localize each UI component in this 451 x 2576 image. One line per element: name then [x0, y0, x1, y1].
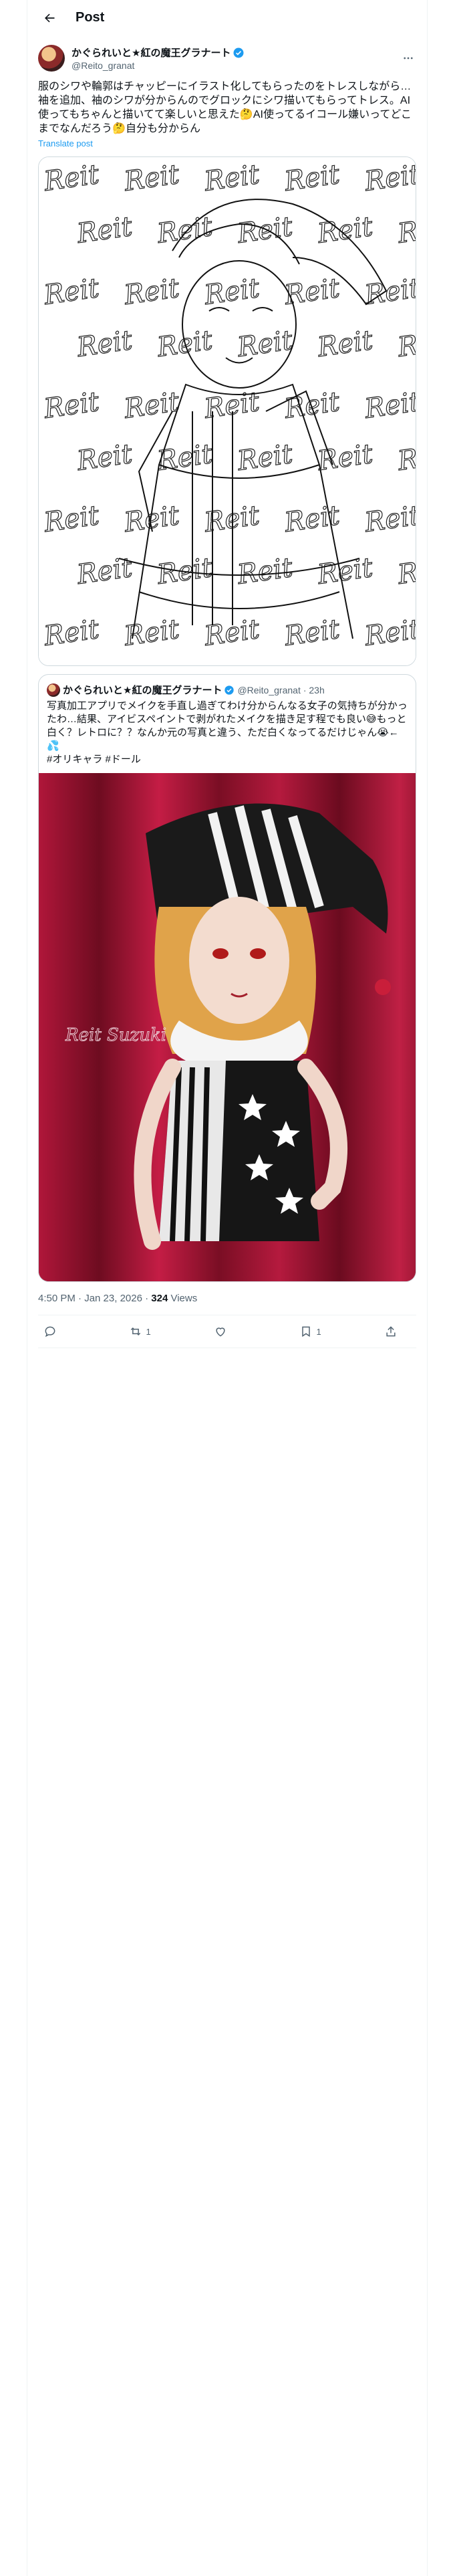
quoted-handle: @Reito_granat	[237, 684, 301, 695]
translate-link[interactable]: Translate post	[38, 138, 416, 148]
bookmark-button[interactable]: 1	[299, 1325, 326, 1338]
quoted-text: 写真加工アプリでメイクを手直し過ぎてわけ分からんなる女子の気持ちが分かったわ…結…	[47, 700, 408, 765]
avatar[interactable]	[38, 45, 65, 72]
repost-button[interactable]: 1	[129, 1325, 156, 1338]
views-count: 324	[151, 1293, 168, 1304]
reply-button[interactable]	[43, 1325, 70, 1338]
post: かぐられいと★紅の魔王グラナート @Reito_granat 服のシワや輪郭はチ…	[27, 35, 427, 1348]
meta-separator: ·	[145, 1293, 149, 1304]
more-dots-icon	[404, 57, 413, 60]
handle[interactable]: @Reito_granat	[71, 60, 400, 71]
bookmark-count: 1	[316, 1326, 321, 1337]
share-icon	[386, 1326, 396, 1337]
repost-count: 1	[146, 1326, 151, 1337]
back-button[interactable]	[38, 7, 61, 29]
quoted-post-header: かぐられいと★紅の魔王グラナート @Reito_granat · 23h	[39, 675, 416, 697]
display-name[interactable]: かぐられいと★紅の魔王グラナート	[71, 45, 400, 60]
more-options-button[interactable]	[400, 50, 416, 66]
like-button[interactable]	[214, 1325, 241, 1338]
reply-icon	[45, 1326, 55, 1337]
quoted-avatar	[47, 683, 60, 697]
views-label: Views	[170, 1293, 198, 1304]
sketch-illustration: Reit Reit Reit Reit ReitReit Reit Reit Reit Reit…	[39, 157, 416, 665]
post-timestamp[interactable]: 4:50 PM · Jan 23, 2026	[38, 1293, 142, 1304]
share-button[interactable]	[384, 1325, 411, 1338]
verified-badge-icon	[224, 685, 235, 695]
quoted-time: · 23h	[303, 684, 325, 695]
top-bar: Post	[27, 0, 427, 35]
quoted-image[interactable]: Reit Suzuki	[39, 773, 416, 1281]
heart-icon	[216, 1327, 225, 1337]
repost-icon	[130, 1327, 140, 1336]
doll-photo: Reit Suzuki	[39, 773, 416, 1281]
bookmark-icon	[301, 1326, 310, 1337]
verified-badge-icon	[233, 47, 244, 58]
author-block: かぐられいと★紅の魔王グラナート @Reito_granat	[71, 45, 400, 71]
action-bar: 1 1	[38, 1315, 416, 1348]
page-title: Post	[76, 10, 105, 25]
post-header: かぐられいと★紅の魔王グラナート @Reito_granat	[38, 43, 416, 73]
post-image[interactable]: Reit Reit Reit Reit Reit Reit Reit Reit Reit Reit…	[38, 156, 416, 666]
quoted-display-name: かぐられいと★紅の魔王グラナート	[63, 685, 222, 696]
photo-signature: Reit Suzuki	[65, 1025, 166, 1045]
quoted-post[interactable]: かぐられいと★紅の魔王グラナート @Reito_granat · 23h 写真加…	[38, 674, 416, 1282]
arrow-left-icon	[45, 13, 55, 22]
post-text: 服のシワや輪郭はチャッピーにイラスト化してもらったのをトレスしながら…袖を追加、…	[38, 81, 412, 134]
display-name-text: かぐられいと★紅の魔王グラナート	[71, 47, 231, 59]
post-meta: 4:50 PM · Jan 23, 2026 · 324 Views	[38, 1293, 416, 1315]
main-column: Post かぐられいと★紅の魔王グラナート @Reito_granat 服のシワ…	[27, 0, 428, 2576]
